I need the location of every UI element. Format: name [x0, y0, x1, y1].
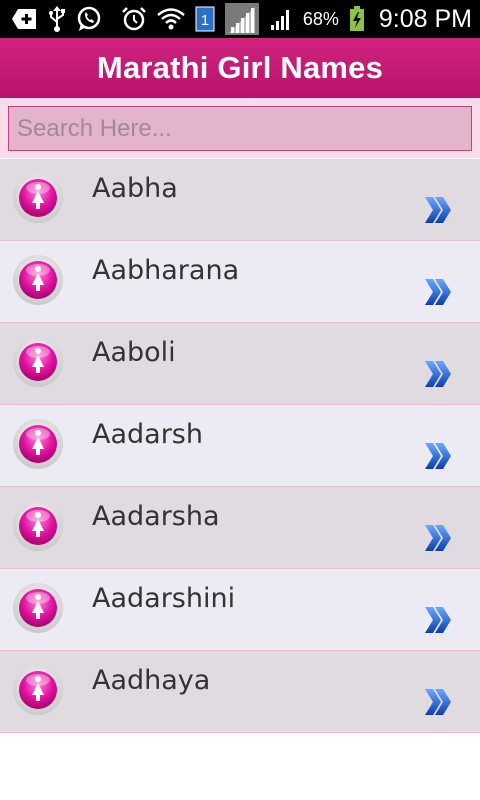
double-chevron-right-icon[interactable] [424, 687, 452, 717]
female-icon [13, 173, 63, 223]
double-chevron-right-icon[interactable] [424, 605, 452, 635]
double-chevron-right-icon[interactable] [424, 523, 452, 553]
alarm-icon [121, 6, 147, 32]
add-icon [12, 6, 38, 32]
battery-percent: 68% [302, 8, 339, 29]
female-icon [13, 255, 63, 305]
double-chevron-right-icon[interactable] [424, 195, 452, 225]
list-item-label: Aabharana [92, 255, 240, 286]
list-item-label: Aaboli [92, 337, 176, 368]
whatsapp-icon [76, 6, 102, 32]
battery-charging-icon [349, 6, 365, 32]
signal-icon [224, 3, 259, 35]
double-chevron-right-icon[interactable] [424, 359, 452, 389]
list-item[interactable]: Aabha [0, 159, 480, 241]
list-item[interactable]: Aadhaya [0, 651, 480, 733]
female-icon [13, 419, 63, 469]
female-icon [13, 501, 63, 551]
list-item[interactable]: Aadarsh [0, 405, 480, 487]
list-item[interactable]: Aabharana [0, 241, 480, 323]
female-icon [13, 337, 63, 387]
sim-icon: 1 [195, 6, 215, 32]
status-bar-system: 1 68% 9:08 PM [121, 3, 472, 35]
status-bar: 1 68% 9:08 PM [0, 0, 480, 38]
list-item-label: Aabha [92, 173, 178, 204]
names-list: Aabha Aabharana Aaboli Aadarsh Aadarsha … [0, 159, 480, 733]
wifi-icon [157, 6, 185, 32]
list-item[interactable]: Aadarshini [0, 569, 480, 651]
app-title-bar: Marathi Girl Names [0, 38, 480, 98]
page-title: Marathi Girl Names [96, 50, 384, 85]
list-item-label: Aadarsha [92, 501, 220, 532]
double-chevron-right-icon[interactable] [424, 277, 452, 307]
list-item[interactable]: Aadarsha [0, 487, 480, 569]
list-item-label: Aadarsh [92, 419, 203, 450]
female-icon [13, 583, 63, 633]
usb-icon [48, 6, 66, 32]
list-item[interactable]: Aaboli [0, 323, 480, 405]
sim-badge-number: 1 [201, 12, 209, 29]
clock: 9:08 PM [378, 4, 472, 33]
list-item-label: Aadhaya [92, 665, 211, 696]
double-chevron-right-icon[interactable] [424, 441, 452, 471]
status-bar-notifications [12, 6, 102, 32]
female-icon [13, 665, 63, 715]
signal-icon [269, 6, 293, 32]
list-item-label: Aadarshini [92, 583, 236, 614]
search-bar [0, 98, 480, 158]
search-input[interactable] [8, 106, 472, 151]
